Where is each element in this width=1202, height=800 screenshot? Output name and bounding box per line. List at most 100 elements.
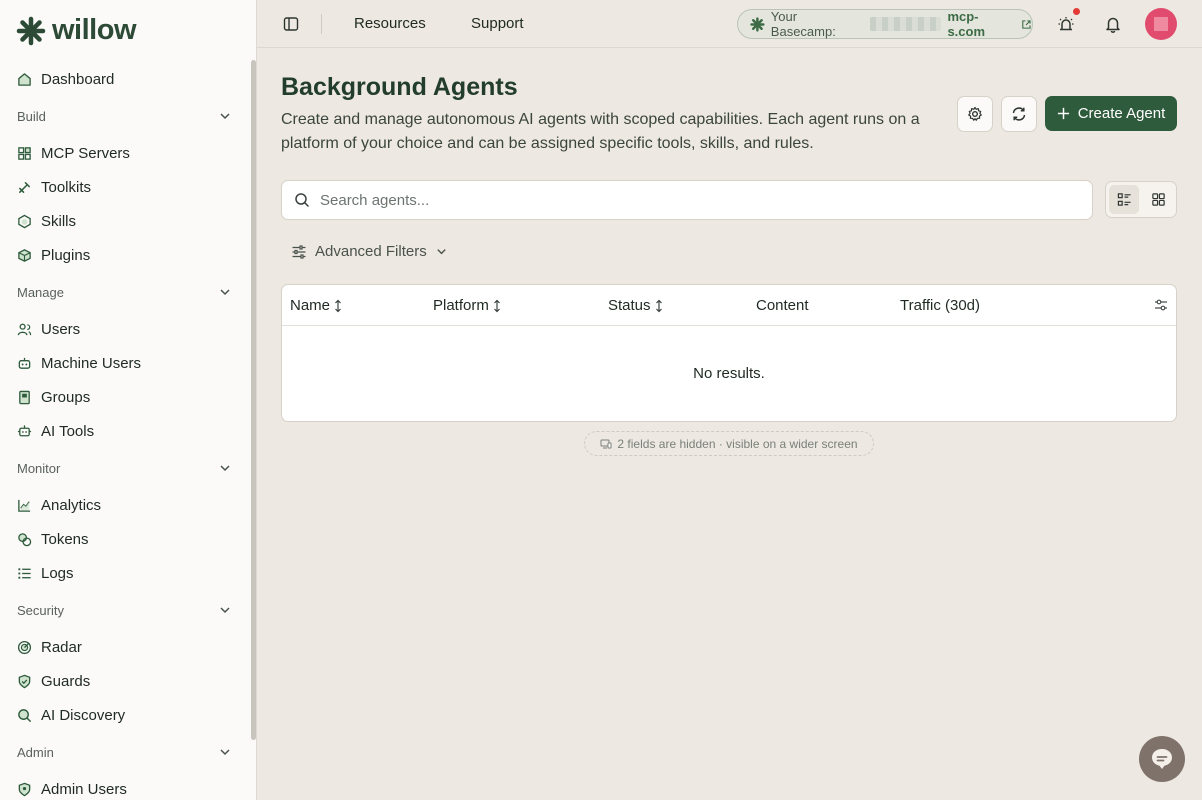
book-icon — [19, 390, 30, 404]
page-description: Create and manage autonomous AI agents w… — [281, 111, 920, 152]
chat-widget-button[interactable] — [1139, 736, 1185, 782]
devices-icon — [600, 439, 612, 448]
agents-table: Name Platform Status Content Traffic (30… — [281, 284, 1177, 422]
sidebar-scrollbar[interactable] — [251, 60, 256, 740]
list-icon — [18, 567, 31, 579]
grid-view-button[interactable] — [1143, 185, 1173, 214]
table-header: Name Platform Status Content Traffic (30… — [282, 285, 1176, 326]
shield-user-icon — [18, 782, 31, 796]
section-admin[interactable]: Admin — [0, 732, 250, 772]
sort-icon — [655, 299, 662, 312]
sidebar-toggle-icon[interactable] — [283, 16, 299, 32]
sidebar-item-label: Skills — [41, 212, 77, 230]
sidebar-item-machine-users[interactable]: Machine Users — [0, 346, 250, 380]
column-name[interactable]: Name — [290, 297, 343, 314]
hexagon-icon — [18, 214, 31, 228]
chevron-down-icon — [220, 113, 230, 120]
refresh-icon — [1012, 107, 1026, 121]
gear-icon — [968, 106, 982, 121]
sidebar-item-label: Analytics — [41, 496, 102, 514]
sidebar-item-plugins[interactable]: Plugins — [0, 238, 250, 272]
section-title: Monitor — [17, 460, 61, 476]
redacted-subdomain — [870, 17, 942, 31]
chevron-down-icon — [220, 749, 230, 756]
column-content: Content — [756, 297, 809, 314]
refresh-button[interactable] — [1001, 96, 1037, 132]
create-agent-label: Create Agent — [1077, 105, 1166, 122]
logo[interactable]: willow — [16, 14, 137, 47]
section-title: Build — [17, 108, 46, 124]
avatar-image — [1154, 17, 1168, 31]
external-link-icon — [1022, 19, 1031, 29]
sidebar-item-admin-users[interactable]: Admin Users — [0, 772, 250, 800]
sidebar-item-mcp-servers[interactable]: MCP Servers — [0, 136, 250, 170]
sidebar-item-label: AI Discovery — [41, 706, 126, 724]
sidebar-item-guards[interactable]: Guards — [0, 664, 250, 698]
coins-icon — [18, 532, 32, 546]
sidebar-nav: Dashboard Build MCP Servers Toolkits Ski… — [0, 62, 250, 800]
box-icon — [18, 248, 31, 262]
column-label: Status — [608, 297, 651, 314]
section-title: Admin — [17, 744, 54, 760]
sidebar-item-radar[interactable]: Radar — [0, 630, 250, 664]
sidebar-item-dashboard[interactable]: Dashboard — [0, 62, 250, 96]
resources-link[interactable]: Resources — [354, 15, 426, 32]
puzzle-icon — [18, 146, 31, 160]
basecamp-pill[interactable]: Your Basecamp: mcp-s.com — [737, 9, 1033, 39]
sidebar: willow Dashboard Build MCP Servers Toolk… — [0, 0, 257, 800]
basecamp-domain: mcp-s.com — [947, 9, 986, 39]
sidebar-item-analytics[interactable]: Analytics — [0, 488, 250, 522]
alarm-icon[interactable] — [1057, 15, 1075, 33]
sidebar-item-ai-discovery[interactable]: AI Discovery — [0, 698, 250, 732]
column-platform[interactable]: Platform — [433, 297, 502, 314]
chevron-down-icon — [220, 607, 230, 614]
section-build[interactable]: Build — [0, 96, 250, 136]
grid-view-icon — [1151, 193, 1165, 206]
sidebar-item-tokens[interactable]: Tokens — [0, 522, 250, 556]
create-agent-button[interactable]: Create Agent — [1045, 96, 1177, 131]
section-title: Manage — [17, 284, 64, 300]
support-link[interactable]: Support — [471, 15, 524, 32]
section-monitor[interactable]: Monitor — [0, 448, 250, 488]
sidebar-item-label: Guards — [41, 672, 91, 690]
sidebar-item-label: AI Tools — [41, 422, 95, 440]
users-icon — [17, 323, 32, 335]
list-view-button[interactable] — [1109, 185, 1139, 214]
column-status[interactable]: Status — [608, 297, 664, 314]
search-box[interactable] — [281, 180, 1093, 220]
sidebar-item-label: Toolkits — [41, 178, 92, 196]
settings-button[interactable] — [957, 96, 993, 132]
section-security[interactable]: Security — [0, 590, 250, 630]
search-input[interactable] — [320, 191, 1060, 209]
chevron-down-icon — [220, 289, 230, 296]
sidebar-item-ai-tools[interactable]: AI Tools — [0, 414, 250, 448]
willow-logo-icon — [16, 16, 46, 45]
sidebar-item-label: Radar — [41, 638, 82, 656]
avatar[interactable] — [1145, 8, 1177, 40]
advanced-filters-toggle[interactable]: Advanced Filters — [291, 243, 448, 260]
topbar-divider — [321, 14, 322, 34]
empty-state: No results. — [693, 365, 765, 382]
sidebar-item-logs[interactable]: Logs — [0, 556, 250, 590]
page-title: Background Agents — [281, 73, 518, 101]
sort-icon — [493, 299, 500, 312]
sidebar-item-label: Groups — [41, 388, 91, 406]
sidebar-item-skills[interactable]: Skills — [0, 204, 250, 238]
sidebar-item-label: Tokens — [41, 530, 89, 548]
sidebar-item-users[interactable]: Users — [0, 312, 250, 346]
column-settings-icon[interactable] — [1154, 298, 1168, 312]
view-toggle — [1105, 181, 1177, 218]
willow-small-icon — [750, 16, 765, 32]
section-manage[interactable]: Manage — [0, 272, 250, 312]
sidebar-item-groups[interactable]: Groups — [0, 380, 250, 414]
column-traffic: Traffic (30d) — [900, 297, 980, 314]
home-icon — [18, 72, 31, 86]
search-icon — [295, 193, 310, 208]
basecamp-label: Your Basecamp: — [770, 9, 836, 39]
sliders-icon — [292, 244, 306, 259]
bell-icon[interactable] — [1104, 15, 1122, 33]
column-label: Name — [290, 297, 331, 314]
sidebar-item-label: Admin Users — [41, 780, 127, 798]
radar-icon — [17, 640, 32, 654]
sidebar-item-toolkits[interactable]: Toolkits — [0, 170, 250, 204]
